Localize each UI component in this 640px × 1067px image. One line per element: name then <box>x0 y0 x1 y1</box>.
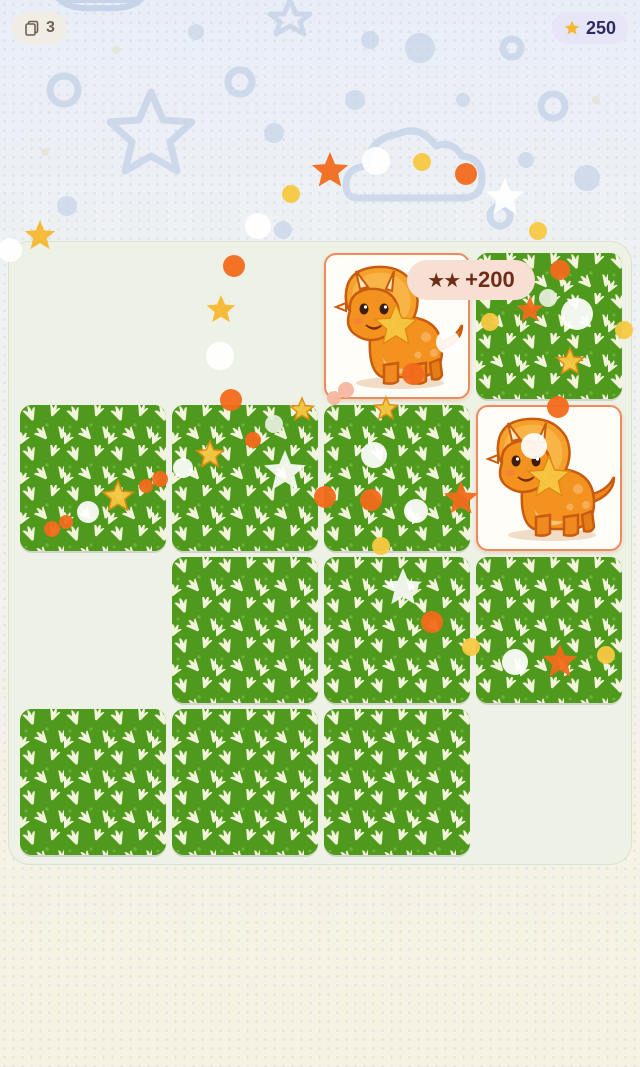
card-facedown[interactable] <box>324 557 470 703</box>
bg-ring-4 <box>537 90 569 122</box>
card-facedown[interactable] <box>20 405 166 551</box>
bg-dot <box>112 46 120 54</box>
footprint-pattern <box>172 405 318 551</box>
footprint-pattern <box>324 405 470 551</box>
bg-dot <box>518 152 534 168</box>
card-slot-empty <box>172 253 318 399</box>
bg-dot <box>188 24 204 40</box>
card-facedown[interactable] <box>476 557 622 703</box>
bg-cloud-top <box>55 0 145 12</box>
footprint-pattern <box>324 557 470 703</box>
bg-cloud-outline <box>342 127 486 202</box>
bg-dot <box>592 96 600 104</box>
cards-counter: 3 <box>12 12 67 44</box>
bg-dot <box>456 93 470 107</box>
game-board <box>8 241 632 865</box>
card-faceup-triceratops <box>476 405 622 551</box>
footprint-pattern <box>476 557 622 703</box>
card-facedown[interactable] <box>172 405 318 551</box>
footprint-pattern <box>20 709 166 855</box>
match-stars: ★★ <box>427 268 461 292</box>
bg-dot <box>264 123 284 143</box>
footprint-pattern <box>172 557 318 703</box>
background-decorations <box>41 0 600 239</box>
footprint-pattern <box>172 709 318 855</box>
card-facedown[interactable] <box>20 709 166 855</box>
bg-dot <box>274 221 292 239</box>
score-counter: 250 <box>551 12 628 44</box>
footprint-pattern <box>20 405 166 551</box>
card-slot-empty <box>20 253 166 399</box>
bg-dot <box>345 90 365 110</box>
bg-dot <box>405 33 435 63</box>
card-facedown[interactable] <box>172 709 318 855</box>
triceratops-icon <box>486 417 616 543</box>
card-facedown[interactable] <box>172 557 318 703</box>
star-icon <box>564 20 580 35</box>
cards-icon <box>25 20 39 36</box>
bg-ring-1 <box>46 72 82 108</box>
card-facedown[interactable] <box>324 405 470 551</box>
cards-count: 3 <box>46 19 55 36</box>
bg-ring-3 <box>499 35 525 61</box>
footprint-pattern <box>324 709 470 855</box>
card-facedown[interactable] <box>324 709 470 855</box>
match-score-popup: ★★ +200 <box>407 260 535 300</box>
card-slot-empty <box>476 709 622 855</box>
card-slot-empty <box>20 557 166 703</box>
bg-ring-2 <box>224 66 256 98</box>
bg-dot <box>57 196 77 216</box>
bg-star-outline <box>106 88 196 175</box>
match-points: +200 <box>465 267 515 292</box>
bg-dot <box>574 165 600 191</box>
bg-dot <box>41 148 49 156</box>
bg-star-top <box>267 0 313 37</box>
score-value: 250 <box>585 17 616 38</box>
bg-ring-5 <box>486 202 514 230</box>
bg-dot <box>361 31 379 49</box>
